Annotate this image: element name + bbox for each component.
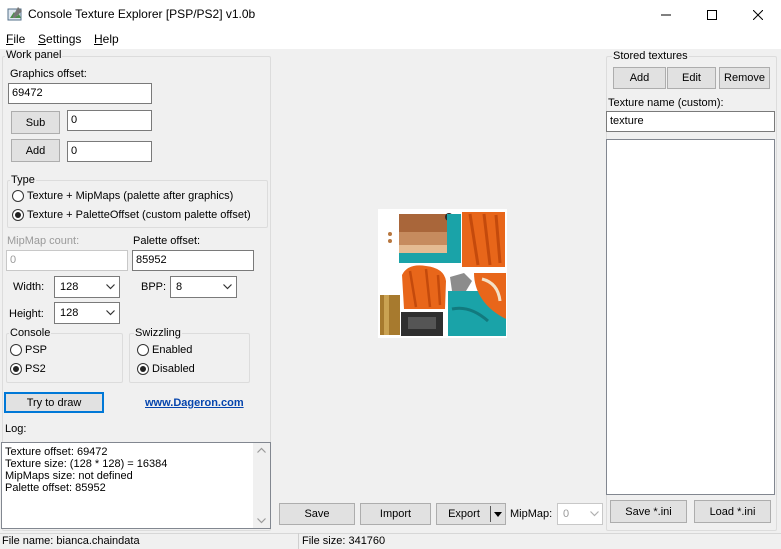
swizzling-disabled-radio bbox=[137, 363, 149, 375]
work-panel-title: Work panel bbox=[5, 49, 63, 61]
console-group bbox=[6, 333, 123, 383]
log-line: MipMaps size: not defined bbox=[5, 470, 133, 482]
menu-settings-accel: S bbox=[38, 32, 47, 46]
mipmap-select: 0 bbox=[557, 503, 603, 525]
menu-file-label: ile bbox=[13, 32, 26, 46]
texture-preview bbox=[378, 209, 507, 338]
type-mipmaps-label: Texture + MipMaps (palette after graphic… bbox=[27, 190, 234, 202]
texture-name-label: Texture name (custom): bbox=[608, 97, 724, 109]
log-label: Log: bbox=[5, 423, 27, 435]
stored-remove-button[interactable]: Remove bbox=[719, 67, 770, 89]
width-select-value: 128 bbox=[60, 281, 79, 293]
swizzling-group-title: Swizzling bbox=[134, 327, 182, 339]
mipmap-select-value: 0 bbox=[563, 508, 570, 520]
chevron-down-icon bbox=[105, 284, 115, 290]
export-button[interactable]: Export bbox=[436, 503, 506, 525]
add-offset-button[interactable]: Add bbox=[11, 139, 60, 162]
menu-file[interactable]: File bbox=[6, 32, 25, 46]
graphics-offset-input[interactable]: 69472 bbox=[8, 83, 152, 104]
app-icon bbox=[7, 7, 22, 21]
console-ps2-radio bbox=[10, 363, 22, 375]
height-select-value: 128 bbox=[60, 307, 79, 319]
bpp-select-value: 8 bbox=[176, 281, 183, 293]
menu-settings-label: ettings bbox=[46, 32, 82, 46]
close-icon bbox=[753, 10, 763, 20]
log-line: Texture size: (128 * 128) = 16384 bbox=[5, 458, 168, 470]
console-option-psp[interactable]: PSP bbox=[10, 344, 47, 356]
console-option-ps2[interactable]: PS2 bbox=[10, 363, 46, 375]
swizzling-option-disabled[interactable]: Disabled bbox=[137, 363, 195, 375]
chevron-down-icon bbox=[105, 310, 115, 316]
status-file-size: File size: 341760 bbox=[302, 535, 386, 547]
sub-amount-input[interactable]: 0 bbox=[67, 110, 152, 131]
stored-add-button[interactable]: Add bbox=[613, 67, 666, 89]
import-button[interactable]: Import bbox=[360, 503, 431, 525]
menu-settings[interactable]: Settings bbox=[38, 32, 81, 46]
height-select[interactable]: 128 bbox=[54, 302, 120, 324]
sub-button[interactable]: Sub bbox=[11, 111, 60, 134]
bpp-label: BPP: bbox=[141, 281, 167, 293]
swizzling-disabled-label: Disabled bbox=[152, 363, 195, 375]
status-divider bbox=[298, 533, 299, 549]
texture-name-input[interactable]: texture bbox=[606, 111, 775, 132]
mipmap-count-input: 0 bbox=[6, 250, 128, 271]
swizzling-enabled-radio bbox=[137, 344, 149, 356]
console-psp-radio bbox=[10, 344, 22, 356]
chevron-down-icon bbox=[222, 284, 232, 290]
save-ini-button[interactable]: Save *.ini bbox=[610, 500, 687, 523]
log-scrollbar[interactable] bbox=[253, 443, 270, 528]
save-texture-button[interactable]: Save bbox=[279, 503, 355, 525]
type-option-palette-offset[interactable]: Texture + PaletteOffset (custom palette … bbox=[12, 209, 251, 221]
swizzling-group bbox=[129, 333, 250, 383]
menu-help-label: elp bbox=[102, 32, 119, 46]
log-line: Palette offset: 85952 bbox=[5, 482, 106, 494]
type-palette-offset-radio bbox=[12, 209, 24, 221]
graphics-offset-label: Graphics offset: bbox=[10, 68, 87, 80]
swizzling-option-enabled[interactable]: Enabled bbox=[137, 344, 192, 356]
type-option-mipmaps[interactable]: Texture + MipMaps (palette after graphic… bbox=[12, 190, 233, 202]
menu-help-accel: H bbox=[94, 32, 103, 46]
chevron-down-icon bbox=[589, 511, 599, 517]
maximize-icon bbox=[707, 10, 717, 20]
try-to-draw-button[interactable]: Try to draw bbox=[4, 392, 104, 413]
mipmap-count-label: MipMap count: bbox=[7, 235, 80, 247]
add-amount-input[interactable]: 0 bbox=[67, 141, 152, 162]
window-title: Console Texture Explorer [PSP/PS2] v1.0b bbox=[28, 7, 256, 21]
log-textbox[interactable]: Texture offset: 69472 Texture size: (128… bbox=[1, 442, 271, 529]
minimize-icon bbox=[661, 14, 671, 16]
type-mipmaps-radio bbox=[12, 190, 24, 202]
stored-textures-list[interactable] bbox=[606, 139, 775, 495]
scroll-down-icon[interactable] bbox=[257, 518, 266, 524]
scroll-up-icon[interactable] bbox=[257, 447, 266, 453]
width-select[interactable]: 128 bbox=[54, 276, 120, 298]
export-split-divider bbox=[490, 506, 491, 522]
console-group-title: Console bbox=[9, 327, 52, 339]
menu-help[interactable]: Help bbox=[94, 32, 119, 46]
palette-offset-label: Palette offset: bbox=[133, 235, 201, 247]
swizzling-enabled-label: Enabled bbox=[152, 344, 193, 356]
stored-edit-button[interactable]: Edit bbox=[667, 67, 716, 89]
mipmap-label: MipMap: bbox=[510, 508, 553, 520]
bpp-select[interactable]: 8 bbox=[170, 276, 237, 298]
minimize-button[interactable] bbox=[643, 0, 689, 30]
console-psp-label: PSP bbox=[25, 344, 48, 356]
palette-offset-input[interactable]: 85952 bbox=[132, 250, 254, 271]
width-label: Width: bbox=[13, 281, 45, 293]
console-ps2-label: PS2 bbox=[25, 363, 46, 375]
export-button-label: Export bbox=[448, 508, 480, 520]
load-ini-button[interactable]: Load *.ini bbox=[694, 500, 771, 523]
log-line: Texture offset: 69472 bbox=[5, 446, 108, 458]
stored-textures-title: Stored textures bbox=[612, 50, 689, 62]
maximize-button[interactable] bbox=[689, 0, 735, 30]
type-palette-offset-label: Texture + PaletteOffset (custom palette … bbox=[27, 209, 251, 221]
close-button[interactable] bbox=[735, 0, 781, 30]
dropdown-arrow-icon[interactable] bbox=[494, 512, 502, 517]
status-file-name: File name: bianca.chaindata bbox=[2, 535, 140, 547]
height-label: Height: bbox=[9, 308, 44, 320]
type-group-title: Type bbox=[10, 174, 36, 186]
website-link[interactable]: www.Dageron.com bbox=[145, 397, 244, 409]
